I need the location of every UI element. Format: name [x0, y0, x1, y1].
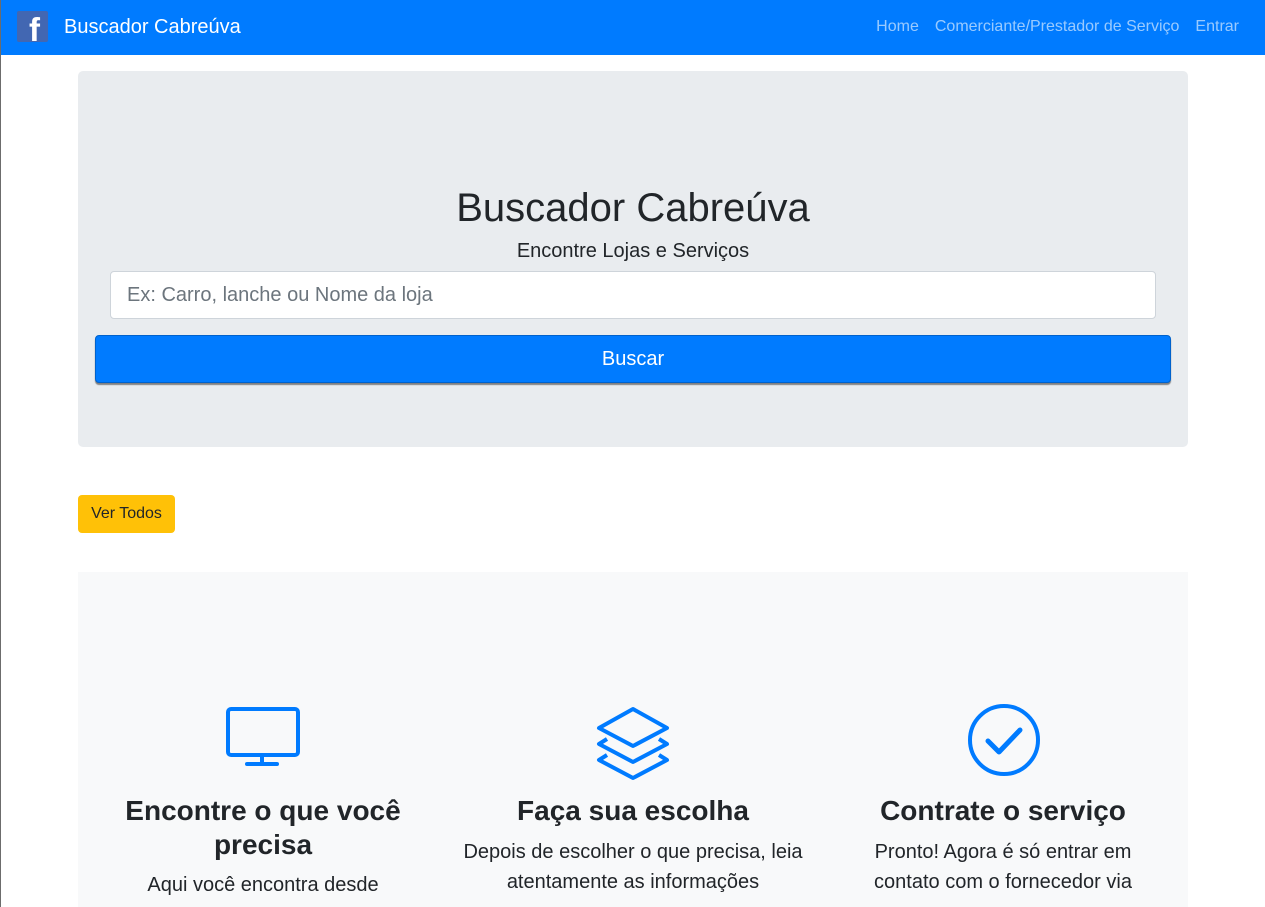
brand-title[interactable]: Buscador Cabreúva	[64, 15, 241, 39]
feature-title: Encontre o que você precisa	[125, 795, 401, 860]
search-input[interactable]	[110, 271, 1156, 319]
nav-link-login[interactable]: Entrar	[1195, 17, 1239, 37]
feature-title: Faça sua escolha	[517, 795, 749, 826]
nav-link-merchant[interactable]: Comerciante/Prestador de Serviço	[935, 17, 1180, 37]
monitor-icon	[226, 707, 300, 766]
facebook-logo-letter: f	[29, 11, 40, 42]
nav-link-home[interactable]: Home	[876, 17, 919, 37]
nav-links: Home Comerciante/Prestador de Serviço En…	[876, 17, 1239, 37]
features-section: Encontre o que você precisa Aqui você en…	[78, 572, 1188, 907]
search-button[interactable]: Buscar	[95, 335, 1171, 383]
see-all-button[interactable]: Ver Todos	[78, 495, 175, 533]
check-circle-icon	[968, 704, 1040, 776]
hero-title: Buscador Cabreúva	[456, 186, 810, 230]
facebook-icon[interactable]: f	[17, 11, 48, 42]
feature-text: Depois de escolher o que precisa, leia a…	[463, 841, 803, 893]
navbar: f Buscador Cabreúva Home Comerciante/Pre…	[1, 0, 1265, 55]
feature-title: Contrate o serviço	[880, 795, 1126, 826]
feature-text: Pronto! Agora é só entrar em contato com…	[874, 841, 1132, 893]
feature-text: Aqui você encontra desde	[147, 874, 379, 896]
hero-subtitle: Encontre Lojas e Serviços	[516, 240, 750, 262]
hero-section: Buscador Cabreúva Encontre Lojas e Servi…	[78, 71, 1188, 447]
layers-icon	[597, 707, 669, 780]
